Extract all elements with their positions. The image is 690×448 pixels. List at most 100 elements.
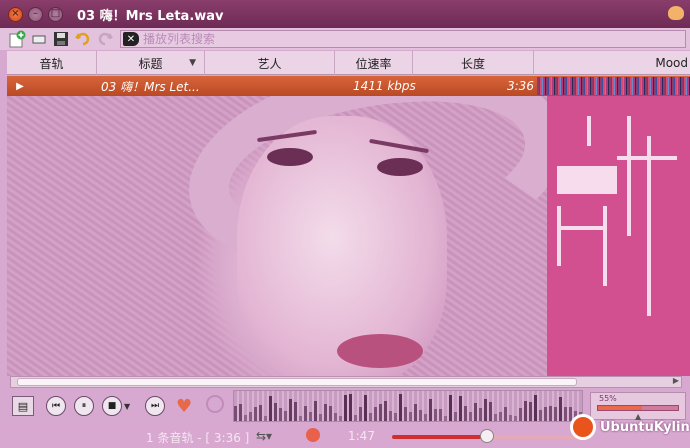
ubuntukylin-brand: UbuntuKylin <box>570 412 690 442</box>
row-moodbar <box>537 77 690 95</box>
visualizer-bar <box>564 407 567 421</box>
visualizer-bar <box>534 395 537 421</box>
visualizer-bar <box>439 409 442 421</box>
search-input[interactable] <box>143 32 663 46</box>
visualizer-bar <box>249 412 252 421</box>
column-track[interactable]: 音轨 <box>7 51 97 75</box>
playlist-scrollbar[interactable]: ▶ <box>10 376 682 388</box>
shuffle-icon[interactable] <box>306 428 320 442</box>
visualizer-bar <box>404 407 407 421</box>
visualizer[interactable] <box>233 390 583 422</box>
ubuntu-logo-icon <box>570 414 596 440</box>
visualizer-bar <box>359 407 362 421</box>
visualizer-bar <box>469 412 472 421</box>
column-bitrate[interactable]: 位速率 <box>335 51 413 75</box>
playlist-summary: 1 条音轨 - [ 3:36 ] <box>146 431 250 445</box>
add-playlist-icon[interactable] <box>8 30 26 48</box>
visualizer-bar <box>484 399 487 421</box>
playlist-view-icon: ▤ <box>17 399 29 413</box>
visualizer-bar <box>419 410 422 421</box>
previous-button[interactable]: ⏮ <box>46 396 66 416</box>
toolbar: ✕ <box>0 28 690 50</box>
visualizer-bar <box>474 403 477 421</box>
volume-level <box>598 406 642 410</box>
visualizer-bar <box>414 404 417 421</box>
position-slider[interactable] <box>392 429 582 443</box>
clear-icon[interactable] <box>30 30 48 48</box>
close-button[interactable]: × <box>8 6 23 22</box>
minimize-button[interactable]: – <box>28 6 43 22</box>
visualizer-bar <box>309 412 312 421</box>
visualizer-bar <box>284 411 287 421</box>
visualizer-bar <box>539 410 542 421</box>
stop-button[interactable]: ■ <box>102 396 122 416</box>
ban-icon[interactable] <box>206 395 224 413</box>
column-title[interactable]: 标题 ▼ <box>97 51 205 75</box>
save-icon[interactable] <box>52 30 70 48</box>
next-button[interactable]: ⏭ <box>145 396 165 416</box>
repeat-icon[interactable]: ⇆▾ <box>256 429 272 443</box>
visualizer-bar <box>349 394 352 421</box>
visualizer-bar <box>299 416 302 421</box>
volume-slider[interactable] <box>597 405 679 411</box>
visualizer-bar <box>449 395 452 421</box>
maximize-button[interactable]: □ <box>48 6 63 22</box>
visualizer-bar <box>234 406 237 421</box>
cover-glyph <box>603 206 607 286</box>
now-playing-icon: ▶ <box>16 80 24 92</box>
visualizer-bar <box>304 406 307 421</box>
visualizer-bar <box>504 407 507 421</box>
visualizer-bar <box>424 414 427 421</box>
visualizer-bar <box>489 402 492 421</box>
visualizer-bar <box>524 401 527 421</box>
visualizer-bar <box>354 415 357 421</box>
visualizer-bar <box>329 406 332 421</box>
volume-label: 55% <box>599 394 617 403</box>
playlist-search[interactable]: ✕ <box>120 30 686 48</box>
visualizer-bar <box>444 416 447 421</box>
column-track-label: 音轨 <box>39 56 64 71</box>
scroll-right-icon[interactable]: ▶ <box>673 376 679 385</box>
column-mood-label: Mood <box>655 56 688 70</box>
visualizer-bar <box>374 407 377 421</box>
cover-glyph <box>557 206 561 266</box>
table-row[interactable]: ▶ 03 嗨！Mrs Let... 1411 kbps 3:36 <box>7 76 690 96</box>
elapsed-time: 1:47 <box>348 429 375 443</box>
album-photo-eye <box>267 148 313 166</box>
album-photo-lips <box>337 334 423 368</box>
visualizer-bar <box>319 414 322 421</box>
visualizer-bar <box>384 401 387 421</box>
visualizer-bar <box>544 407 547 421</box>
cover-glyph <box>587 116 591 146</box>
playlist-header: 音轨 标题 ▼ 艺人 位速率 长度 Mood <box>7 51 690 75</box>
visualizer-bar <box>429 399 432 421</box>
visualizer-bar <box>409 412 412 421</box>
visualizer-bar <box>399 394 402 421</box>
scrollbar-thumb[interactable] <box>17 378 577 386</box>
window-title: 03 嗨！Mrs Leta.wav <box>77 8 224 24</box>
brand-text: UbuntuKylin <box>600 419 690 435</box>
love-icon[interactable]: ♥ <box>176 396 192 417</box>
undo-icon[interactable] <box>74 30 92 48</box>
pause-button[interactable]: ⏸ <box>74 396 94 416</box>
album-photo-eye <box>377 158 423 176</box>
column-length-label: 长度 <box>460 56 485 71</box>
previous-icon: ⏮ <box>51 401 61 411</box>
visualizer-bar <box>499 412 502 421</box>
visualizer-bar <box>454 412 457 421</box>
position-knob[interactable] <box>480 429 494 443</box>
visualizer-bar <box>389 411 392 421</box>
minimize-icon: – <box>33 8 38 19</box>
pause-icon: ⏸ <box>81 401 87 411</box>
row-length: 3:36 <box>507 79 534 93</box>
column-length[interactable]: 长度 <box>413 51 534 75</box>
visualizer-bar <box>519 408 522 421</box>
redo-icon[interactable] <box>96 30 114 48</box>
visualizer-bar <box>259 405 262 421</box>
search-clear-icon[interactable]: ✕ <box>123 32 139 46</box>
stop-menu-icon[interactable]: ▼ <box>124 402 130 411</box>
visualizer-bar <box>379 404 382 421</box>
column-artist[interactable]: 艺人 <box>205 51 335 75</box>
column-mood[interactable]: Mood <box>534 51 690 75</box>
playlist-view-button[interactable]: ▤ <box>12 396 34 416</box>
